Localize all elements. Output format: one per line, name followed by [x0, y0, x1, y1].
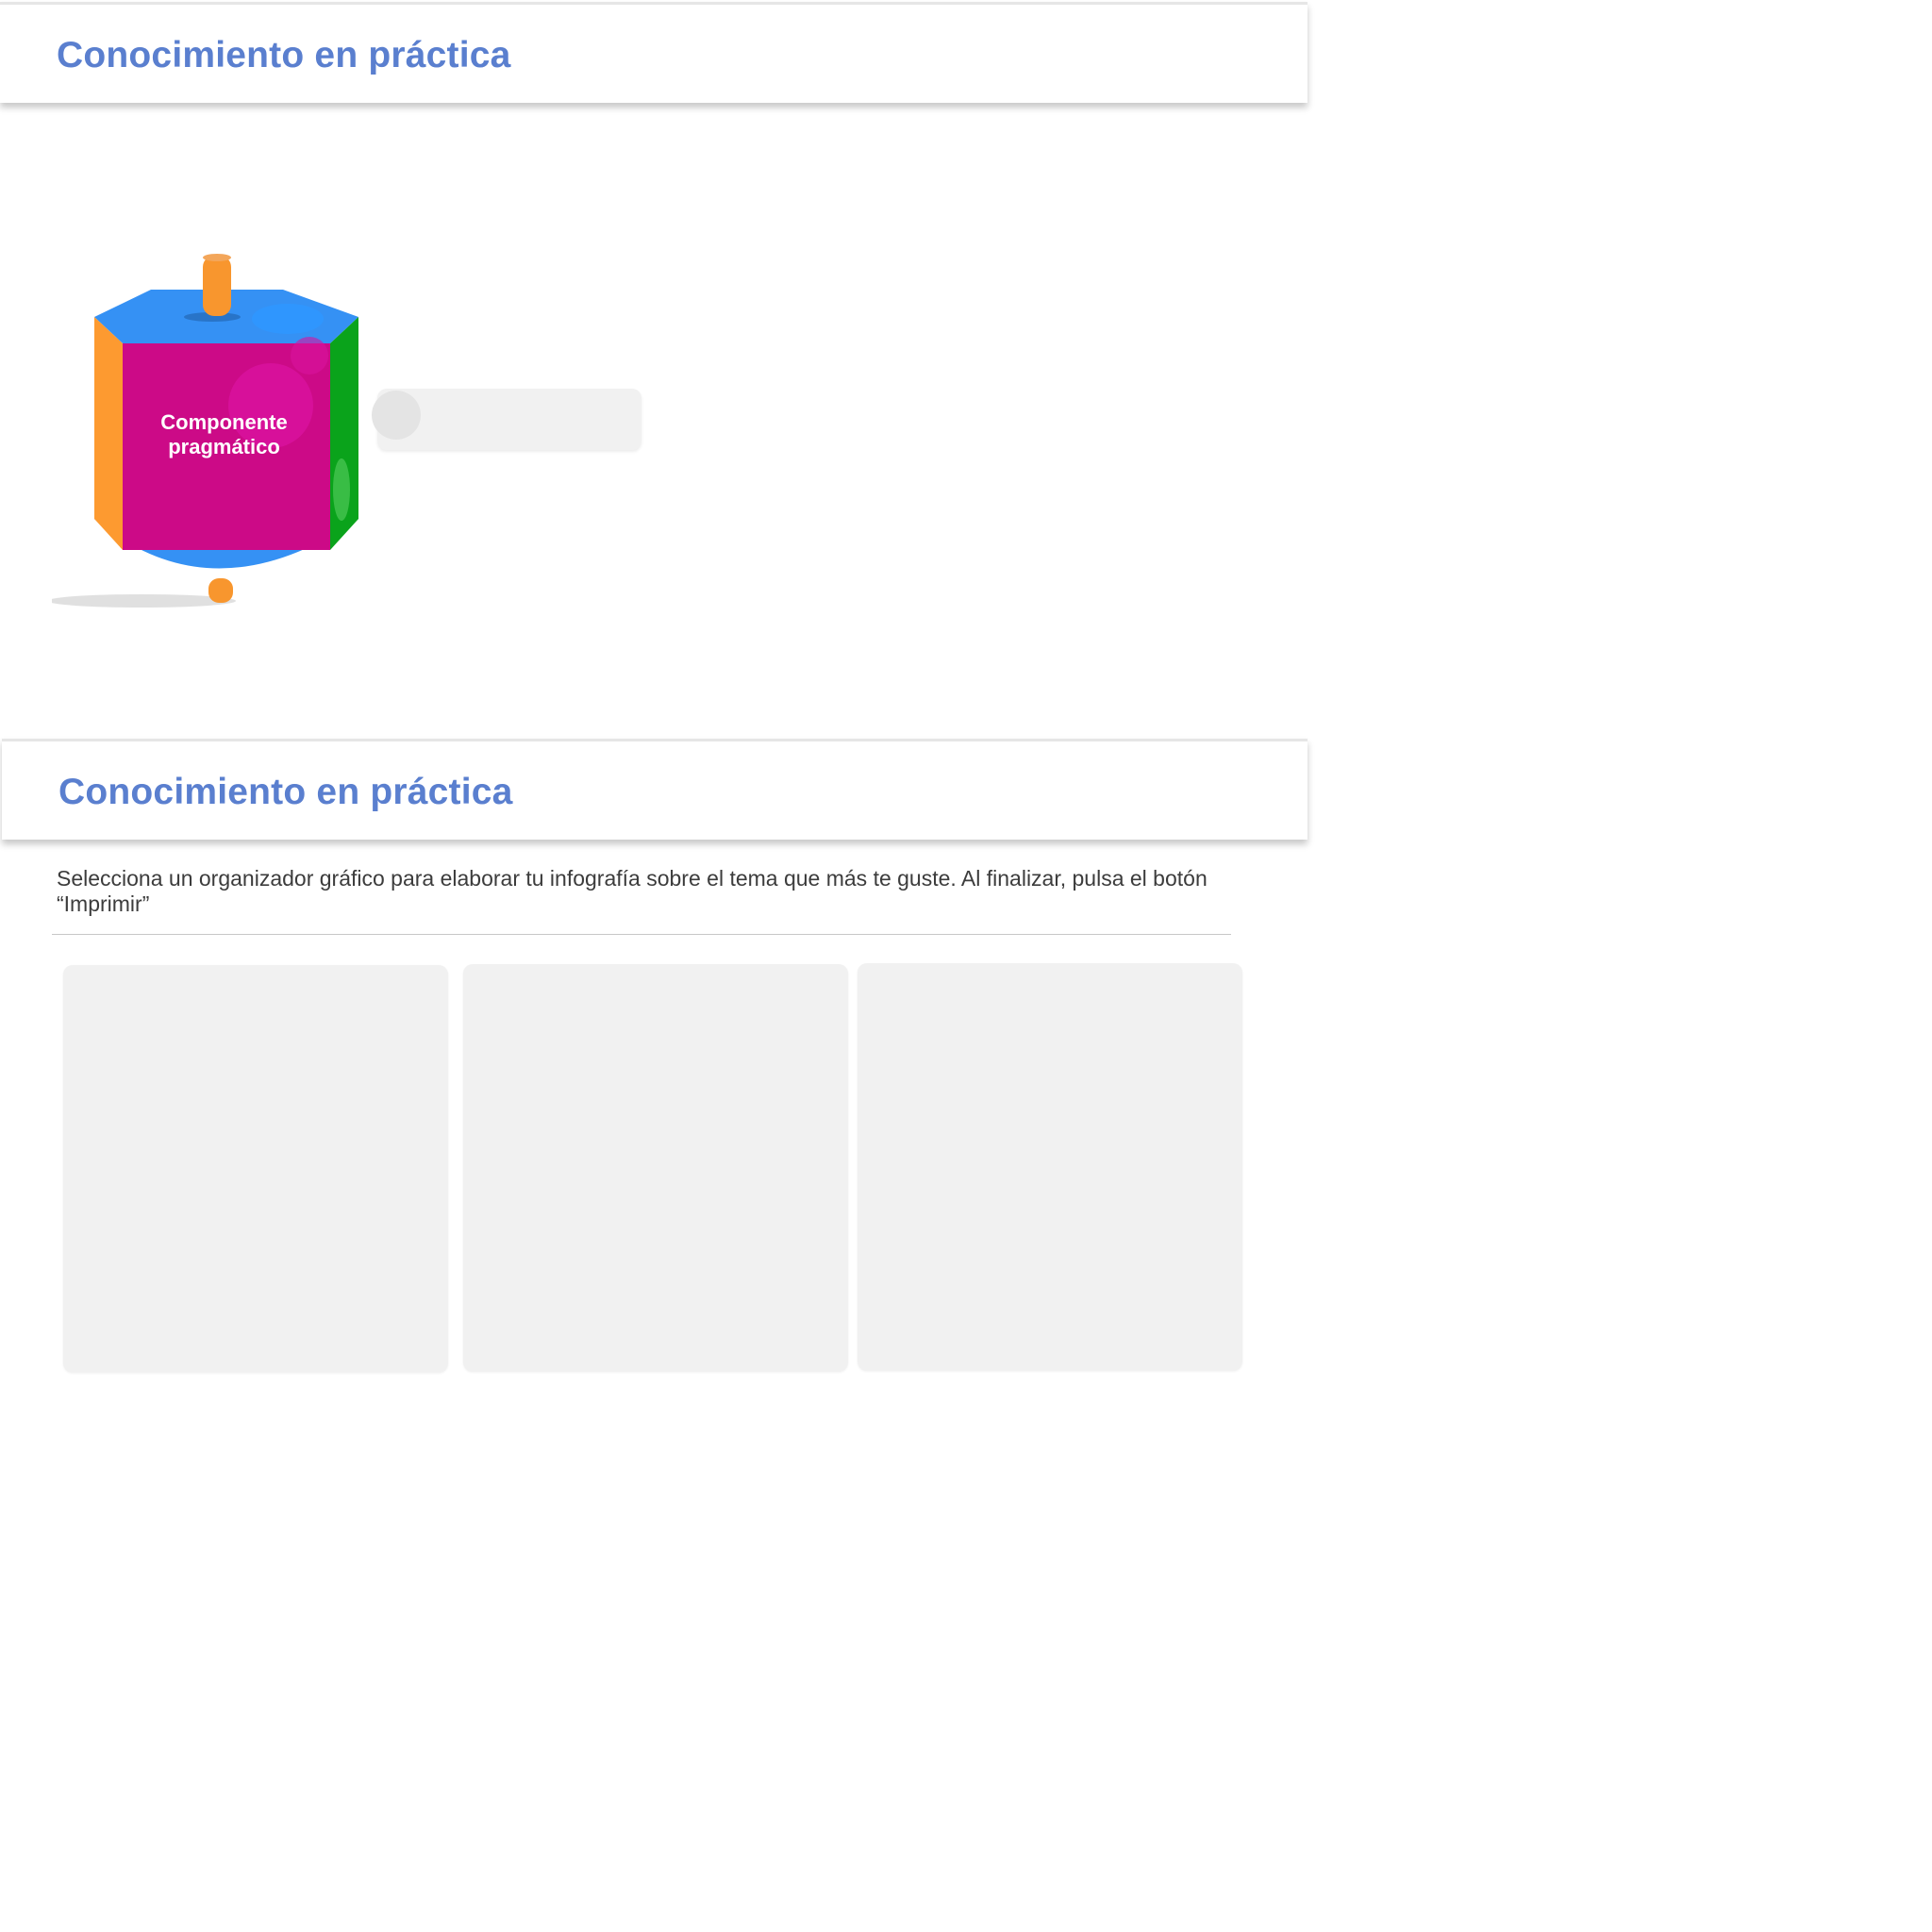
spinner-handle [203, 256, 231, 316]
spinner-shadow [47, 594, 236, 608]
organizer-option-3[interactable] [858, 963, 1242, 1371]
result-placeholder [372, 389, 641, 450]
spinner-face-label: Componente pragmático [160, 410, 288, 458]
organizer-option-1[interactable] [63, 965, 448, 1373]
placeholder-dot [372, 391, 421, 440]
spinning-top-button[interactable]: Componente pragmático [47, 250, 373, 618]
section-title: Conocimiento en práctica [57, 35, 511, 75]
divider [52, 934, 1231, 935]
section-header: Conocimiento en práctica [0, 2, 1307, 103]
section-title: Conocimiento en práctica [58, 772, 513, 812]
section-header: Conocimiento en práctica [2, 739, 1307, 840]
organizer-option-2[interactable] [463, 964, 848, 1372]
spinner-bottom-peg [208, 578, 233, 603]
activity-instructions: Selecciona un organizador gráfico para e… [57, 866, 1208, 916]
spinner-left-face [94, 317, 123, 550]
